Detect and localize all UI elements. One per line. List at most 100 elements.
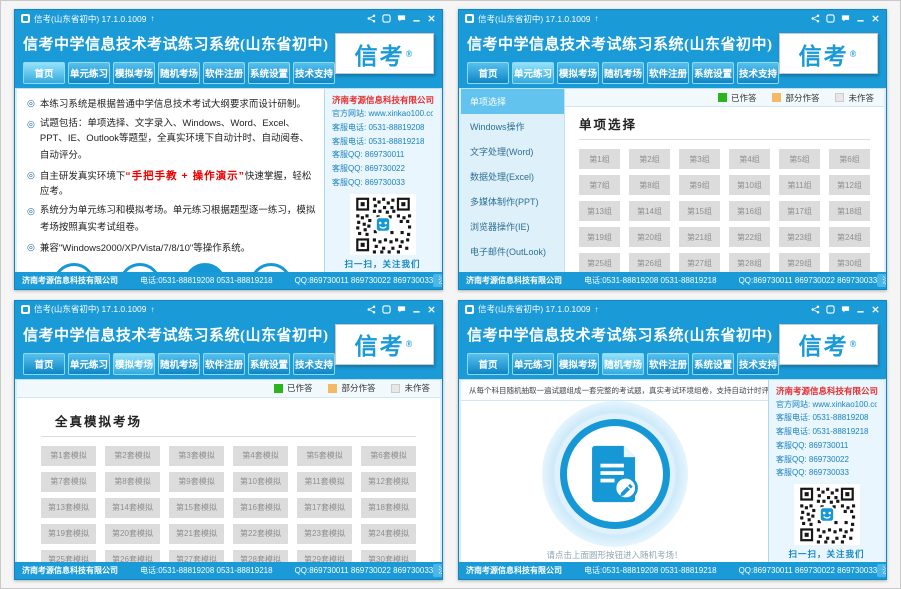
tab-5[interactable]: 系统设置 xyxy=(248,353,290,375)
tab-0[interactable]: 首页 xyxy=(23,353,65,375)
set-button[interactable]: 第10套模拟 xyxy=(233,472,288,492)
group-button[interactable]: 第2组 xyxy=(629,149,670,169)
tab-6[interactable]: 技术支持 xyxy=(293,353,335,375)
group-button[interactable]: 第7组 xyxy=(579,175,620,195)
tab-6[interactable]: 技术支持 xyxy=(737,62,779,84)
group-button[interactable]: 第25组 xyxy=(579,253,620,272)
tab-0[interactable]: 首页 xyxy=(23,62,65,84)
set-button[interactable]: 第12套模拟 xyxy=(361,472,416,492)
tab-5[interactable]: 系统设置 xyxy=(692,353,734,375)
tab-2[interactable]: 模拟考场 xyxy=(557,353,599,375)
group-button[interactable]: 第24组 xyxy=(829,227,870,247)
group-button[interactable]: 第5组 xyxy=(779,149,820,169)
group-button[interactable]: 第18组 xyxy=(829,201,870,221)
tab-1[interactable]: 单元练习 xyxy=(68,353,110,375)
share-icon[interactable] xyxy=(367,305,376,314)
tab-3[interactable]: 随机考场 xyxy=(602,62,644,84)
set-button[interactable]: 第19套模拟 xyxy=(41,524,96,544)
group-button[interactable]: 第11组 xyxy=(779,175,820,195)
close-icon[interactable] xyxy=(427,14,436,23)
group-button[interactable]: 第21组 xyxy=(679,227,720,247)
edition-badge[interactable]: 注册版 xyxy=(433,564,442,577)
group-button[interactable]: 第27组 xyxy=(679,253,720,272)
sidebar-item-4[interactable]: 多媒体制作(PPT) xyxy=(461,189,564,214)
tab-2[interactable]: 模拟考场 xyxy=(113,62,155,84)
set-button[interactable]: 第26套模拟 xyxy=(105,550,160,563)
set-button[interactable]: 第30套模拟 xyxy=(361,550,416,563)
group-button[interactable]: 第19组 xyxy=(579,227,620,247)
tab-4[interactable]: 软件注册 xyxy=(647,353,689,375)
close-icon[interactable] xyxy=(871,14,880,23)
tab-3[interactable]: 随机考场 xyxy=(158,353,200,375)
tab-2[interactable]: 模拟考场 xyxy=(557,62,599,84)
group-button[interactable]: 第4组 xyxy=(729,149,770,169)
tab-1[interactable]: 单元练习 xyxy=(68,62,110,84)
tab-3[interactable]: 随机考场 xyxy=(602,353,644,375)
feedback-icon[interactable] xyxy=(841,305,850,314)
set-button[interactable]: 第14套模拟 xyxy=(105,498,160,518)
tab-0[interactable]: 首页 xyxy=(467,62,509,84)
share-icon[interactable] xyxy=(811,14,820,23)
group-button[interactable]: 第1组 xyxy=(579,149,620,169)
edition-badge[interactable]: 注册版 xyxy=(433,274,442,287)
set-button[interactable]: 第22套模拟 xyxy=(233,524,288,544)
group-button[interactable]: 第22组 xyxy=(729,227,770,247)
close-icon[interactable] xyxy=(871,305,880,314)
set-button[interactable]: 第2套模拟 xyxy=(105,446,160,466)
set-button[interactable]: 第24套模拟 xyxy=(361,524,416,544)
group-button[interactable]: 第9组 xyxy=(679,175,720,195)
group-button[interactable]: 第15组 xyxy=(679,201,720,221)
tab-5[interactable]: 系统设置 xyxy=(248,62,290,84)
group-button[interactable]: 第6组 xyxy=(829,149,870,169)
tab-4[interactable]: 软件注册 xyxy=(647,62,689,84)
edition-badge[interactable]: 注册版 xyxy=(877,564,886,577)
group-button[interactable]: 第3组 xyxy=(679,149,720,169)
sidebar-item-6[interactable]: 电子邮件(OutLook) xyxy=(461,239,564,264)
feedback-icon[interactable] xyxy=(397,305,406,314)
set-button[interactable]: 第6套模拟 xyxy=(361,446,416,466)
group-button[interactable]: 第17组 xyxy=(779,201,820,221)
close-icon[interactable] xyxy=(427,305,436,314)
set-button[interactable]: 第27套模拟 xyxy=(169,550,224,563)
group-button[interactable]: 第30组 xyxy=(829,253,870,272)
set-button[interactable]: 第25套模拟 xyxy=(41,550,96,563)
set-button[interactable]: 第18套模拟 xyxy=(361,498,416,518)
minimize-icon[interactable] xyxy=(412,14,421,23)
feedback-icon[interactable] xyxy=(397,14,406,23)
set-button[interactable]: 第20套模拟 xyxy=(105,524,160,544)
tab-4[interactable]: 软件注册 xyxy=(203,353,245,375)
feedback-icon[interactable] xyxy=(841,14,850,23)
sidebar-item-5[interactable]: 浏览器操作(IE) xyxy=(461,214,564,239)
set-button[interactable]: 第16套模拟 xyxy=(233,498,288,518)
skin-icon[interactable] xyxy=(382,14,391,23)
minimize-icon[interactable] xyxy=(856,14,865,23)
set-button[interactable]: 第11套模拟 xyxy=(297,472,352,492)
set-button[interactable]: 第4套模拟 xyxy=(233,446,288,466)
tab-6[interactable]: 技术支持 xyxy=(293,62,335,84)
group-button[interactable]: 第12组 xyxy=(829,175,870,195)
sidebar-item-3[interactable]: 数据处理(Excel) xyxy=(461,164,564,189)
set-button[interactable]: 第17套模拟 xyxy=(297,498,352,518)
sidebar-item-1[interactable]: Windows操作 xyxy=(461,114,564,139)
minimize-icon[interactable] xyxy=(412,305,421,314)
sidebar-item-2[interactable]: 文字处理(Word) xyxy=(461,139,564,164)
tab-5[interactable]: 系统设置 xyxy=(692,62,734,84)
skin-icon[interactable] xyxy=(826,14,835,23)
set-button[interactable]: 第7套模拟 xyxy=(41,472,96,492)
group-button[interactable]: 第29组 xyxy=(779,253,820,272)
random-exam-button[interactable] xyxy=(560,419,670,529)
tab-4[interactable]: 软件注册 xyxy=(203,62,245,84)
set-button[interactable]: 第9套模拟 xyxy=(169,472,224,492)
group-button[interactable]: 第28组 xyxy=(729,253,770,272)
share-icon[interactable] xyxy=(811,305,820,314)
minimize-icon[interactable] xyxy=(856,305,865,314)
skin-icon[interactable] xyxy=(826,305,835,314)
set-button[interactable]: 第13套模拟 xyxy=(41,498,96,518)
tab-2[interactable]: 模拟考场 xyxy=(113,353,155,375)
group-button[interactable]: 第16组 xyxy=(729,201,770,221)
tab-1[interactable]: 单元练习 xyxy=(512,62,554,84)
edition-badge[interactable]: 注册版 xyxy=(877,274,886,287)
set-button[interactable]: 第8套模拟 xyxy=(105,472,160,492)
set-button[interactable]: 第29套模拟 xyxy=(297,550,352,563)
set-button[interactable]: 第21套模拟 xyxy=(169,524,224,544)
